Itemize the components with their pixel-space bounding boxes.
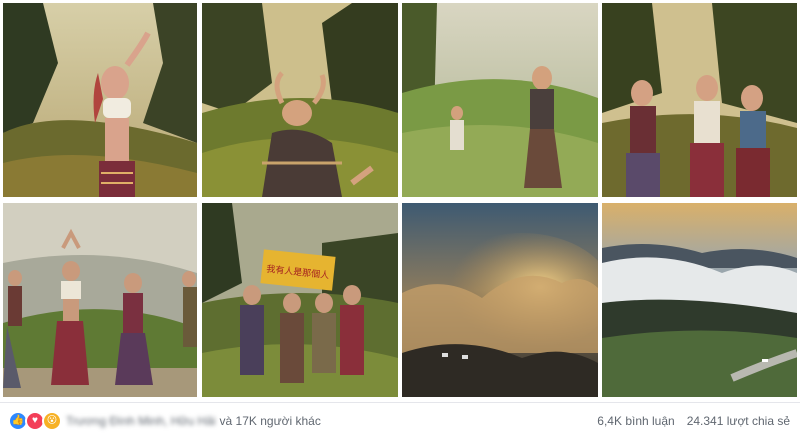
photo-7-image xyxy=(402,203,598,397)
photo-tile-5[interactable] xyxy=(3,203,197,397)
photo-tile-7[interactable] xyxy=(402,203,598,397)
post-stats: 6,4K bình luận 24.341 lượt chia sẻ xyxy=(597,414,790,428)
photo-tile-8[interactable] xyxy=(602,203,797,397)
reactor-names[interactable]: Trương Đình Minh, Hữu Hải xyxy=(66,414,216,428)
photo-grid: 我有人是那個人 xyxy=(0,0,800,402)
photo-tile-4[interactable] xyxy=(602,3,797,197)
post-footer: 👍 ♥ 😮 Trương Đình Minh, Hữu Hải và 17K n… xyxy=(0,402,800,438)
photo-6-image: 我有人是那個人 xyxy=(202,203,398,397)
reactor-others[interactable]: và 17K người khác xyxy=(220,414,321,428)
comments-count[interactable]: 6,4K bình luận xyxy=(597,414,674,428)
wow-icon: 😮 xyxy=(42,410,62,431)
photo-2-image xyxy=(202,3,398,197)
photo-tile-2[interactable] xyxy=(202,3,398,197)
photo-4-image xyxy=(602,3,797,197)
photo-1-image xyxy=(3,3,197,197)
reaction-icons[interactable]: 👍 ♥ 😮 xyxy=(8,410,62,431)
photo-3-image xyxy=(402,3,598,197)
reactions-summary[interactable]: 👍 ♥ 😮 Trương Đình Minh, Hữu Hải và 17K n… xyxy=(8,410,321,431)
photo-8-image xyxy=(602,203,797,397)
photo-5-image xyxy=(3,203,197,397)
shares-count[interactable]: 24.341 lượt chia sẻ xyxy=(687,414,790,428)
photo-tile-1[interactable] xyxy=(3,3,197,197)
photo-tile-3[interactable] xyxy=(402,3,598,197)
photo-tile-6[interactable]: 我有人是那個人 xyxy=(202,203,398,397)
